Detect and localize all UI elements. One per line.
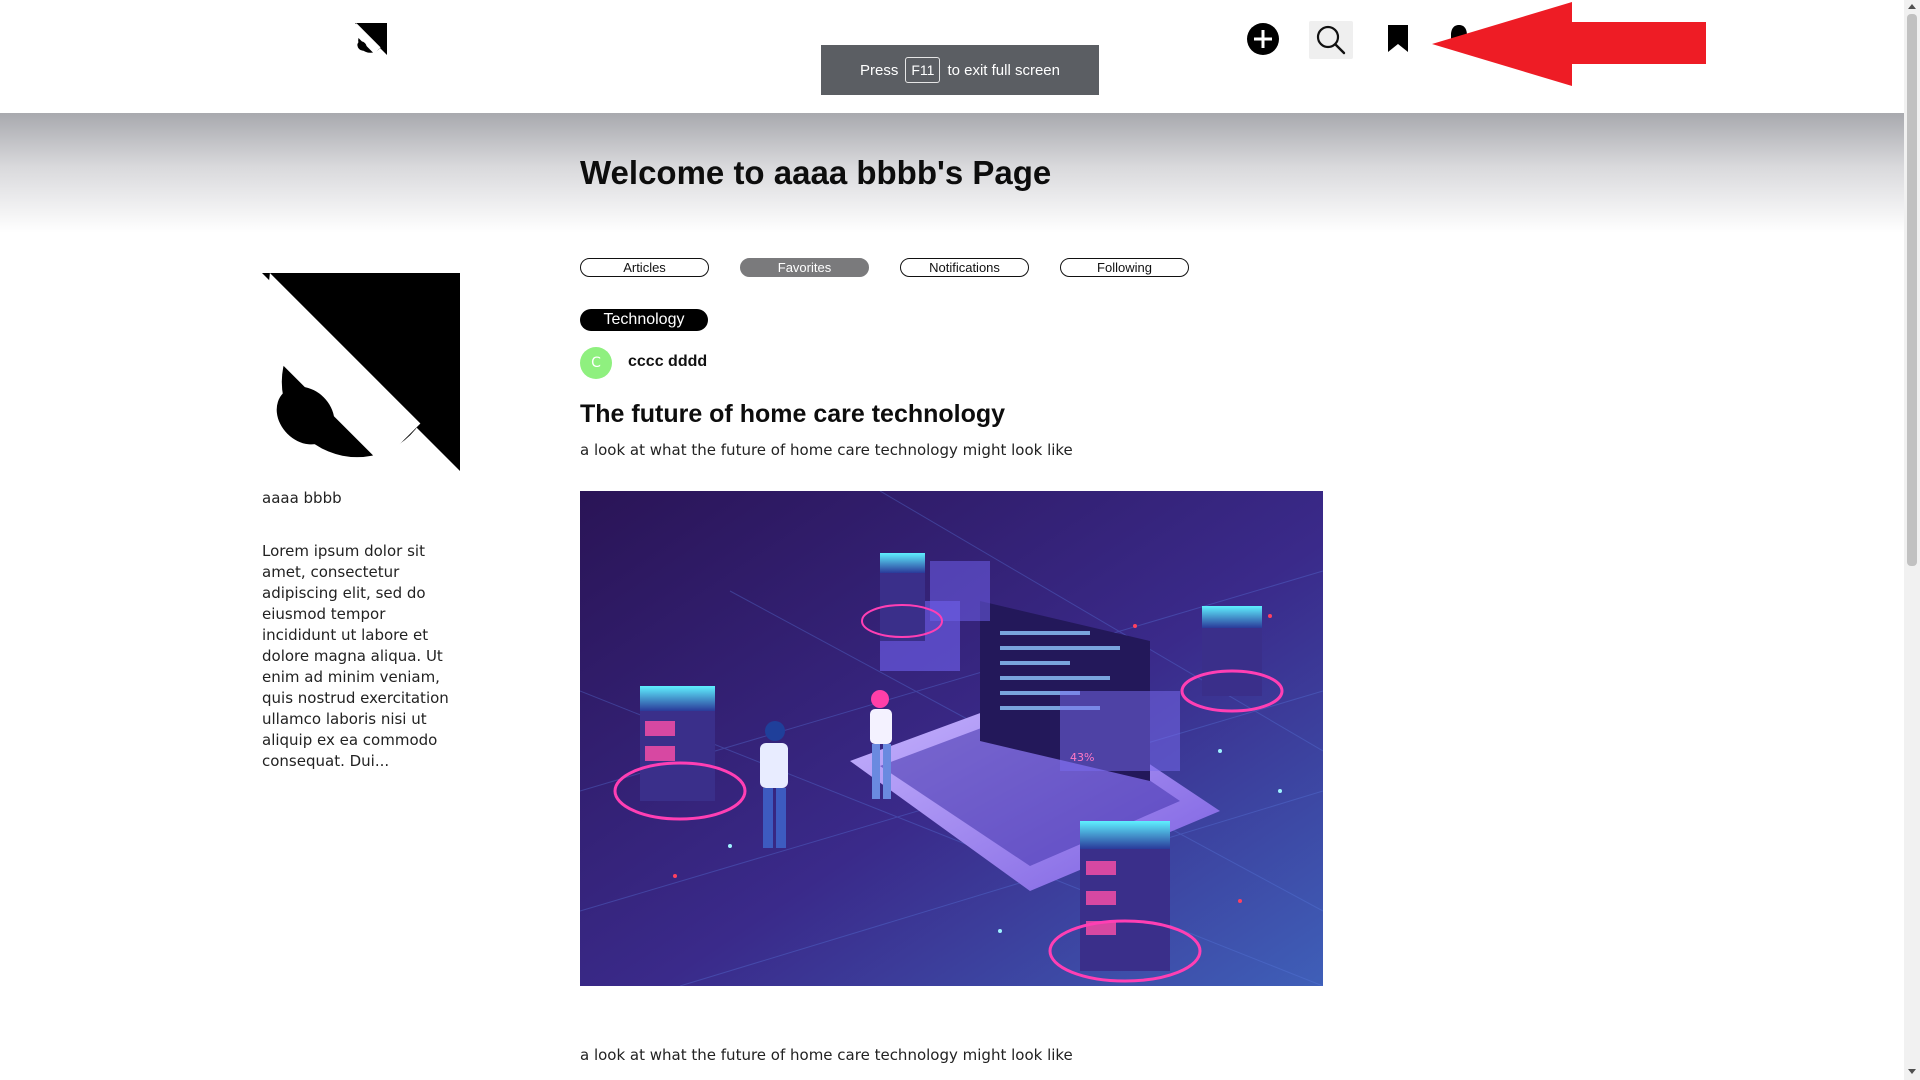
red-arrow-annotation <box>1432 2 1706 86</box>
page-title: Welcome to aaaa bbbb's Page <box>580 154 1052 191</box>
article-subtitle: a look at what the future of home care t… <box>580 441 1073 459</box>
profile-avatar <box>262 273 460 471</box>
tab-favorites[interactable]: Favorites <box>740 258 869 277</box>
plus-circle-icon[interactable] <box>1246 22 1280 56</box>
author-name[interactable]: cccc dddd <box>628 353 707 371</box>
author-avatar[interactable]: C <box>580 347 612 379</box>
profile-bio: Lorem ipsum dolor sit amet, consectetur … <box>262 542 449 770</box>
scroll-up-icon[interactable] <box>1908 4 1916 9</box>
article-body: a look at what the future of home care t… <box>580 1046 1073 1064</box>
scroll-down-icon[interactable] <box>1908 1069 1916 1074</box>
toast-key: F11 <box>905 57 941 83</box>
fullscreen-exit-toast: Press F11 to exit full screen <box>821 45 1099 95</box>
search-icon[interactable] <box>1309 21 1353 59</box>
page-scrollbar[interactable] <box>1904 0 1920 1080</box>
profile-name: aaaa bbbb <box>262 489 342 507</box>
article-cover-image[interactable]: 43% <box>580 491 1323 986</box>
tab-notifications[interactable]: Notifications <box>900 258 1029 277</box>
toast-press-text: Press <box>860 61 899 79</box>
scroll-thumb[interactable] <box>1907 14 1917 566</box>
site-logo-icon[interactable] <box>355 22 387 56</box>
image-percent-label: 43% <box>1070 751 1094 764</box>
category-tag[interactable]: Technology <box>580 309 708 331</box>
tab-articles[interactable]: Articles <box>580 258 709 277</box>
toast-suffix-text: to exit full screen <box>947 61 1060 79</box>
article-title[interactable]: The future of home care technology <box>580 400 1005 429</box>
tab-following[interactable]: Following <box>1060 258 1189 277</box>
top-nav-bar: Press F11 to exit full screen <box>0 0 1904 113</box>
bookmark-icon[interactable] <box>1386 24 1410 54</box>
